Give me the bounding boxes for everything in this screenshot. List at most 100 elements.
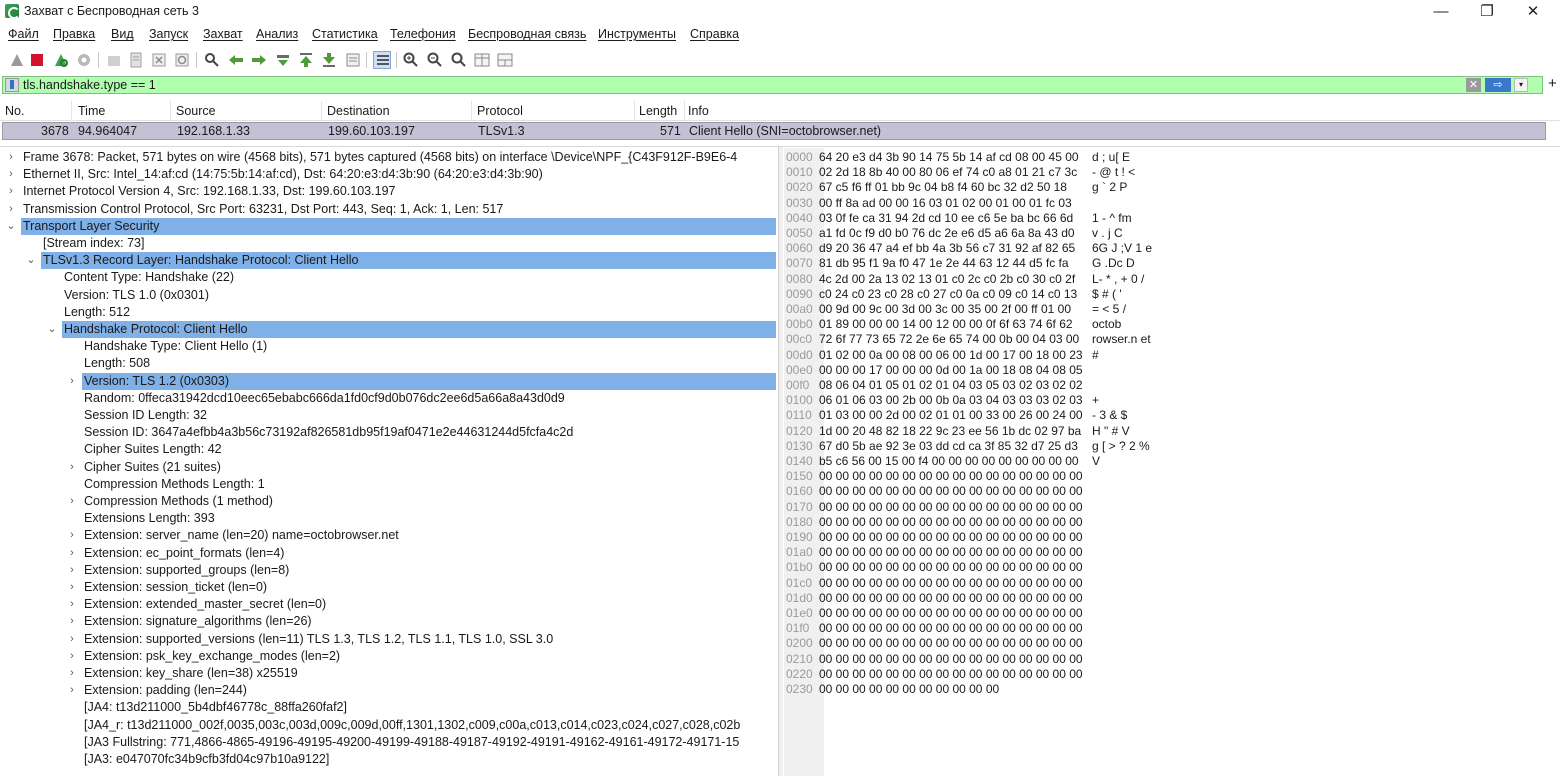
- autoscroll-icon[interactable]: [344, 51, 362, 69]
- tree-item[interactable]: [JA4: t13d211000_5b4dbf46778c_88ffa260fa…: [0, 699, 776, 716]
- expand-arrow-icon[interactable]: ›: [66, 562, 78, 579]
- menu-telephony[interactable]: Телефония: [390, 27, 456, 41]
- tree-item[interactable]: ⌄ TLSv1.3 Record Layer: Handshake Protoco…: [0, 252, 776, 270]
- tree-item[interactable]: › Extension: signature_algorithms (len=26…: [0, 613, 776, 630]
- clear-filter-button[interactable]: ✕: [1466, 78, 1481, 92]
- column-header-source[interactable]: Source: [176, 104, 216, 118]
- minimize-button[interactable]: —: [1418, 0, 1464, 24]
- tree-item[interactable]: Length: 512: [0, 304, 776, 321]
- column-separator[interactable]: [71, 101, 72, 121]
- expand-arrow-icon[interactable]: ›: [66, 631, 78, 648]
- expand-arrow-icon[interactable]: ›: [5, 149, 17, 166]
- tree-item[interactable]: Session ID Length: 32: [0, 407, 776, 424]
- tree-item[interactable]: › Extension: supported_groups (len=8): [0, 562, 776, 579]
- filter-history-dropdown[interactable]: ▾: [1514, 78, 1528, 92]
- zoom-out-icon[interactable]: [426, 51, 444, 69]
- tree-item[interactable]: ⌄ Handshake Protocol: Client Hello: [0, 321, 776, 338]
- open-file-icon[interactable]: [105, 51, 123, 69]
- stop-capture-icon[interactable]: [28, 51, 46, 69]
- save-file-icon[interactable]: [127, 51, 145, 69]
- pane-splitter[interactable]: [778, 147, 783, 776]
- collapse-arrow-icon[interactable]: ⌄: [46, 321, 58, 338]
- tree-item[interactable]: › Internet Protocol Version 4, Src: 192.1…: [0, 183, 776, 200]
- tree-item[interactable]: › Extension: supported_versions (len=11) …: [0, 631, 776, 648]
- expand-arrow-icon[interactable]: ›: [66, 665, 78, 682]
- find-packet-icon[interactable]: [203, 51, 221, 69]
- tree-item[interactable]: › Cipher Suites (21 suites): [0, 459, 776, 476]
- tree-item[interactable]: [JA3: e047070fc34b9cfb3fd04c97b10a9122]: [0, 751, 776, 768]
- capture-options-icon[interactable]: [75, 51, 93, 69]
- restart-capture-icon[interactable]: [52, 51, 70, 69]
- tree-item[interactable]: › Compression Methods (1 method): [0, 493, 776, 510]
- expand-arrow-icon[interactable]: ›: [66, 682, 78, 699]
- collapse-arrow-icon[interactable]: ⌄: [25, 252, 37, 269]
- packet-row[interactable]: 3678 94.964047 192.168.1.33 199.60.103.1…: [2, 122, 1546, 140]
- menu-statistics[interactable]: Статистика: [312, 27, 378, 41]
- go-first-icon[interactable]: [297, 51, 315, 69]
- column-header-no[interactable]: No.: [5, 104, 24, 118]
- menu-edit[interactable]: Правка: [53, 27, 95, 41]
- tree-item[interactable]: Handshake Type: Client Hello (1): [0, 338, 776, 355]
- tree-item[interactable]: Length: 508: [0, 355, 776, 372]
- column-header-length[interactable]: Length: [639, 104, 677, 118]
- tree-item[interactable]: › Ethernet II, Src: Intel_14:af:cd (14:75…: [0, 166, 776, 183]
- tree-item[interactable]: Cipher Suites Length: 42: [0, 441, 776, 458]
- expand-arrow-icon[interactable]: ›: [5, 183, 17, 200]
- expand-arrow-icon[interactable]: ›: [66, 545, 78, 562]
- tree-item[interactable]: › Extension: psk_key_exchange_modes (len=…: [0, 648, 776, 665]
- tree-item[interactable]: › Extension: session_ticket (len=0): [0, 579, 776, 596]
- tree-item[interactable]: › Extension: padding (len=244): [0, 682, 776, 699]
- add-filter-button[interactable]: +: [1548, 75, 1557, 92]
- tree-item[interactable]: Version: TLS 1.0 (0x0301): [0, 287, 776, 304]
- tree-item[interactable]: › Extension: ec_point_formats (len=4): [0, 545, 776, 562]
- tree-item[interactable]: Compression Methods Length: 1: [0, 476, 776, 493]
- column-separator[interactable]: [634, 101, 635, 121]
- tree-item[interactable]: › Extension: server_name (len=20) name=oc…: [0, 527, 776, 544]
- expand-arrow-icon[interactable]: ›: [66, 579, 78, 596]
- column-separator[interactable]: [321, 101, 322, 121]
- expand-arrow-icon[interactable]: ›: [66, 648, 78, 665]
- display-filter-bar[interactable]: tls.handshake.type == 1 ✕ ⇨ ▾: [2, 76, 1543, 94]
- menu-view[interactable]: Вид: [111, 27, 134, 41]
- collapse-arrow-icon[interactable]: ⌄: [5, 218, 17, 235]
- expand-arrow-icon[interactable]: ›: [5, 201, 17, 218]
- tree-item[interactable]: › Frame 3678: Packet, 571 bytes on wire (…: [0, 149, 776, 166]
- resize-columns-icon[interactable]: [473, 51, 491, 69]
- apply-filter-button[interactable]: ⇨: [1485, 78, 1511, 92]
- column-header-info[interactable]: Info: [688, 104, 709, 118]
- menu-capture[interactable]: Захват: [203, 27, 243, 41]
- layout-icon[interactable]: [496, 51, 514, 69]
- tree-item[interactable]: [JA3 Fullstring: 771,4866-4865-49196-491…: [0, 734, 776, 751]
- expand-arrow-icon[interactable]: ›: [5, 166, 17, 183]
- column-header-time[interactable]: Time: [78, 104, 105, 118]
- menu-wireless[interactable]: Беспроводная связь: [468, 27, 586, 41]
- close-button[interactable]: ✕: [1510, 0, 1556, 24]
- column-separator[interactable]: [471, 101, 472, 121]
- tree-item[interactable]: Content Type: Handshake (22): [0, 269, 776, 286]
- zoom-in-icon[interactable]: [402, 51, 420, 69]
- reload-file-icon[interactable]: [173, 51, 191, 69]
- column-separator[interactable]: [170, 101, 171, 121]
- expand-arrow-icon[interactable]: ›: [66, 613, 78, 630]
- tree-item[interactable]: Extensions Length: 393: [0, 510, 776, 527]
- menu-analyze[interactable]: Анализ: [256, 27, 298, 41]
- close-file-icon[interactable]: [150, 51, 168, 69]
- column-header-destination[interactable]: Destination: [327, 104, 390, 118]
- menu-go[interactable]: Запуск: [149, 27, 188, 41]
- colorize-icon[interactable]: [373, 51, 391, 69]
- tree-item[interactable]: ⌄ Transport Layer Security: [0, 217, 776, 235]
- display-filter-input[interactable]: tls.handshake.type == 1: [23, 78, 156, 92]
- tree-item[interactable]: › Transmission Control Protocol, Src Port…: [0, 201, 776, 218]
- column-separator[interactable]: [684, 101, 685, 121]
- expand-arrow-icon[interactable]: ›: [66, 493, 78, 510]
- tree-item[interactable]: [Stream index: 73]: [0, 235, 776, 252]
- go-forward-icon[interactable]: [250, 51, 268, 69]
- zoom-reset-icon[interactable]: [450, 51, 468, 69]
- tree-item[interactable]: Session ID: 3647a4efbb4a3b56c73192af8265…: [0, 424, 776, 441]
- expand-arrow-icon[interactable]: ›: [66, 596, 78, 613]
- maximize-button[interactable]: ❐: [1464, 0, 1510, 24]
- expand-arrow-icon[interactable]: ›: [66, 527, 78, 544]
- menu-help[interactable]: Справка: [690, 27, 739, 41]
- shark-fin-start-icon[interactable]: [8, 51, 26, 69]
- tree-item[interactable]: Random: 0ffeca31942dcd10eec65ebabc666da1…: [0, 390, 776, 407]
